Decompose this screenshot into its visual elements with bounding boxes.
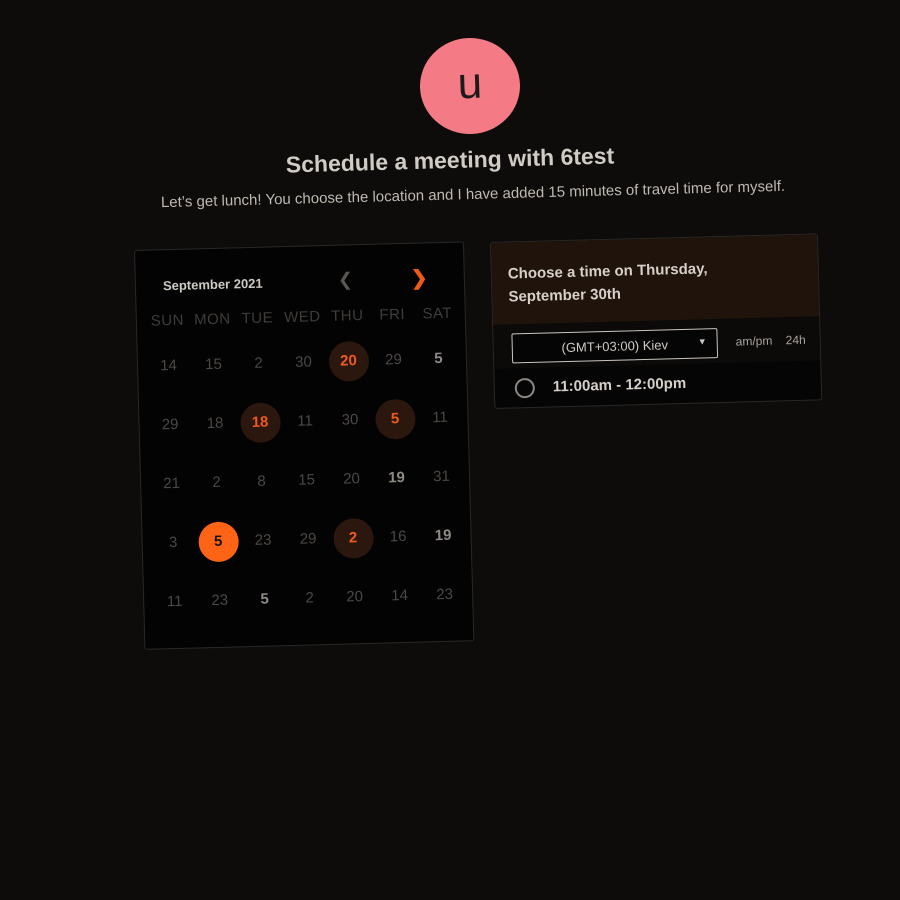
calendar-cell: 23 [196, 570, 243, 630]
calendar-day: 16 [389, 527, 407, 546]
calendar-cell: 11 [282, 391, 329, 451]
calendar-cell: 30 [327, 390, 374, 450]
weekday-label: SUN [150, 311, 185, 330]
calendar-day: 20 [346, 588, 364, 606]
format-ampm-toggle[interactable]: am/pm [736, 334, 773, 349]
calendar-day: 14 [159, 356, 178, 375]
calendar-cell: 2 [286, 568, 333, 628]
calendar-cell: 29 [285, 509, 332, 569]
weekday-label: FRI [379, 305, 406, 324]
calendar-cell: 5 [415, 328, 462, 388]
calendar-day: 2 [212, 473, 222, 492]
calendar-day-available[interactable]: 5 [374, 398, 416, 440]
calendar-cell: 23 [421, 564, 468, 624]
calendar-day: 14 [391, 586, 409, 605]
timezone-value: (GMT+03:00) Kiev [561, 336, 669, 355]
calendar-day: 18 [206, 414, 224, 433]
calendar-day: 15 [204, 355, 223, 374]
calendar-header: September 2021 ❮ ❯ [135, 242, 466, 301]
calendar-day-available[interactable]: 20 [327, 340, 369, 382]
format-24h-toggle[interactable]: 24h [785, 333, 805, 348]
calendar-day: 3 [168, 533, 178, 552]
calendar-cell: 20 [328, 449, 375, 509]
time-panel-title: Choose a time on Thursday, September 30t… [507, 260, 708, 306]
calendar-day-available[interactable]: 18 [239, 401, 281, 443]
weekday-label: SAT [422, 304, 453, 323]
calendar-day: 11 [166, 592, 183, 611]
calendar-day: 20 [343, 470, 361, 488]
calendar-day: 30 [341, 411, 359, 429]
chevron-right-icon[interactable]: ❯ [411, 265, 428, 290]
time-panel-header: Choose a time on Thursday, September 30t… [491, 234, 820, 325]
calendar-cell: 19 [420, 505, 467, 565]
calendar-day: 30 [294, 353, 313, 371]
calendar-cell: 20 [325, 331, 372, 391]
calendar-cell: 11 [151, 571, 198, 631]
weekday-label: MON [193, 310, 231, 329]
weekday-label: THU [330, 307, 364, 325]
calendar-day: 19 [434, 526, 452, 545]
calendar-cell: 2 [193, 452, 240, 512]
calendar-day-available[interactable]: 2 [332, 517, 374, 559]
chevron-left-icon[interactable]: ❮ [338, 269, 354, 290]
calendar: September 2021 ❮ ❯ SUN MON TUE WED THU F… [134, 241, 475, 650]
calendar-cell: 20 [331, 567, 378, 627]
calendar-day: 29 [384, 351, 403, 369]
weekday-label: TUE [241, 309, 274, 328]
calendar-cell: 30 [280, 332, 327, 392]
calendar-day: 29 [161, 415, 179, 434]
calendar-cell: 16 [375, 507, 422, 567]
calendar-cell: 31 [418, 446, 465, 506]
radio-button[interactable] [514, 377, 536, 399]
time-slot-label: 11:00am - 12:00pm [552, 374, 687, 396]
avatar: u [418, 36, 522, 136]
calendar-day-selected[interactable]: 5 [197, 520, 239, 562]
calendar-day: 19 [387, 468, 406, 487]
calendar-cell: 15 [190, 334, 237, 394]
calendar-day: 11 [431, 408, 448, 427]
calendar-cell: 29 [147, 395, 194, 455]
calendar-cell: 18 [192, 393, 239, 453]
calendar-cell: 3 [150, 512, 197, 572]
weekday-label: WED [283, 308, 321, 327]
calendar-day: 8 [257, 472, 266, 490]
calendar-day: 2 [254, 354, 263, 372]
calendar-cell: 5 [372, 389, 419, 449]
calendar-cell: 15 [283, 450, 330, 510]
calendar-day: 21 [163, 474, 181, 493]
calendar-cell: 29 [370, 330, 417, 390]
calendar-cell: 5 [241, 569, 288, 629]
calendar-day: 31 [432, 467, 451, 486]
calendar-cell: 8 [238, 451, 285, 511]
calendar-day: 15 [298, 471, 316, 489]
calendar-cell: 21 [148, 454, 195, 514]
calendar-cell: 23 [240, 510, 287, 570]
calendar-day: 23 [211, 591, 229, 610]
caret-down-icon: ▼ [697, 336, 707, 347]
calendar-day: 5 [260, 590, 270, 608]
calendar-day: 2 [305, 589, 315, 607]
calendar-cell: 11 [417, 387, 464, 447]
calendar-cell: 19 [373, 448, 420, 508]
month-label: September 2021 [162, 275, 263, 294]
time-panel: Choose a time on Thursday, September 30t… [490, 233, 823, 409]
calendar-day: 23 [254, 531, 272, 549]
calendar-cell: 2 [330, 508, 377, 568]
calendar-day: 23 [436, 585, 454, 604]
calendar-day: 5 [434, 349, 443, 368]
calendar-cell: 14 [376, 566, 423, 626]
timezone-select[interactable]: (GMT+03:00) Kiev ▼ [511, 328, 719, 364]
calendar-cell: 5 [195, 511, 242, 571]
time-slot[interactable]: 11:00am - 12:00pm [494, 360, 821, 409]
calendar-cell: 2 [235, 333, 282, 393]
calendar-grid: SUN MON TUE WED THU FRI SAT 14 15 2 30 20 29 5… [145, 304, 469, 631]
calendar-cell: 14 [145, 336, 192, 396]
calendar-cell: 18 [237, 392, 284, 452]
calendar-day: 11 [297, 412, 314, 430]
avatar-initial: u [456, 58, 483, 109]
calendar-day: 29 [299, 530, 317, 548]
